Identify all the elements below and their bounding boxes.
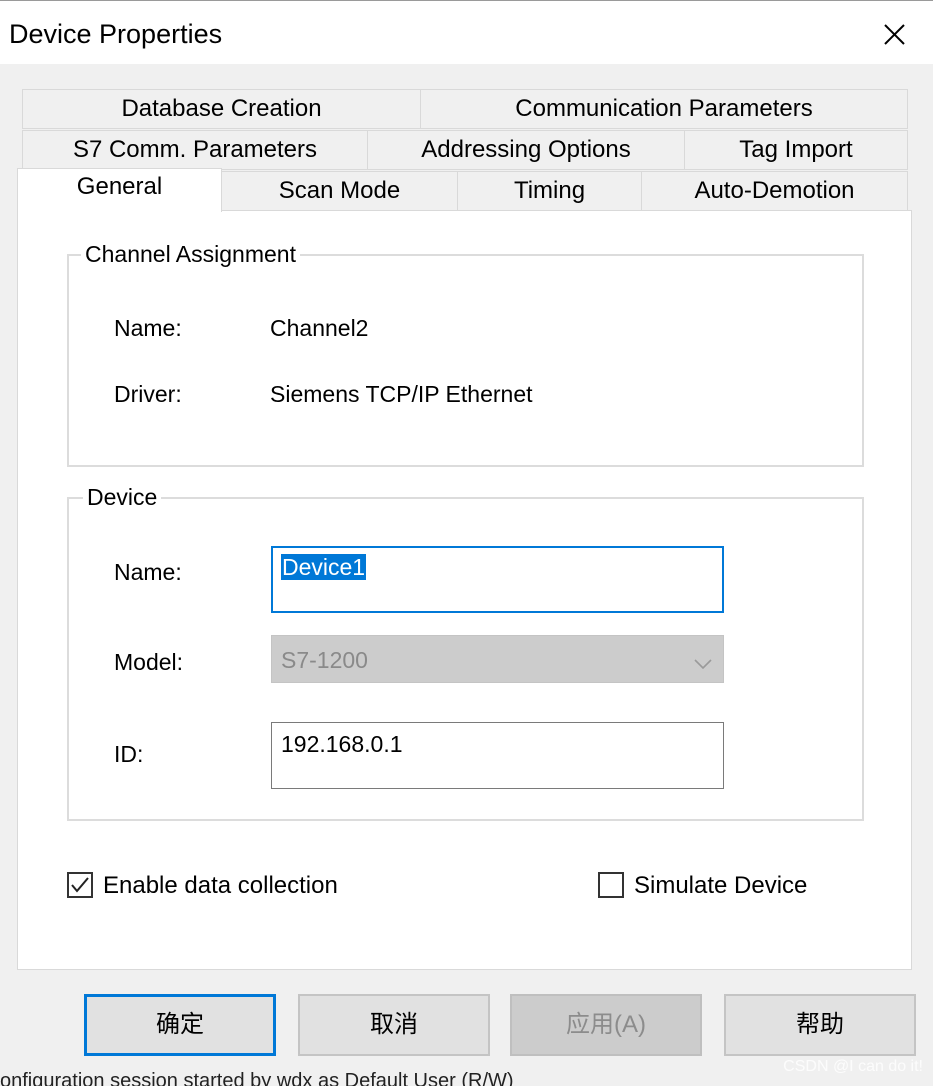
tab-label: Database Creation: [121, 95, 322, 122]
channel-assignment-legend: Channel Assignment: [81, 241, 300, 268]
general-tab-panel: Channel Assignment Name: Channel2 Driver…: [17, 210, 912, 970]
model-combobox[interactable]: S7-1200: [271, 635, 724, 683]
tab-label: General: [76, 173, 163, 200]
tab-label: Timing: [513, 177, 586, 204]
device-legend: Device: [83, 484, 162, 511]
tab-general[interactable]: General: [17, 168, 222, 212]
help-button[interactable]: 帮助: [724, 994, 916, 1056]
tab-label: S7 Comm. Parameters: [72, 136, 318, 163]
tab-tag-import[interactable]: Tag Import: [684, 130, 908, 170]
channel-name-value: Channel2: [270, 315, 369, 341]
model-label: Model:: [114, 649, 184, 675]
window-title: Device Properties: [9, 19, 223, 49]
channel-name-label: Name:: [114, 315, 182, 341]
device-id-value: 192.168.0.1: [281, 731, 403, 757]
cancel-button[interactable]: 取消: [298, 994, 490, 1056]
chevron-down-icon: [693, 650, 713, 677]
driver-label: Driver:: [114, 381, 182, 407]
device-id-field[interactable]: 192.168.0.1: [271, 722, 724, 789]
id-label: ID:: [114, 741, 144, 767]
tab-s7-comm-parameters[interactable]: S7 Comm. Parameters: [22, 130, 368, 170]
device-name-field[interactable]: Device1: [271, 546, 724, 613]
enable-data-collection-checkbox[interactable]: [67, 872, 93, 898]
title-bar: Device Properties: [0, 0, 933, 64]
tab-label: Tag Import: [739, 136, 853, 163]
tab-scan-mode[interactable]: Scan Mode: [221, 171, 458, 211]
tab-label: Scan Mode: [278, 177, 401, 204]
tab-label: Communication Parameters: [515, 95, 813, 122]
background-status-text: onfiguration session started by wdx as D…: [0, 1070, 514, 1086]
driver-value: Siemens TCP/IP Ethernet: [270, 381, 533, 407]
tab-addressing-options[interactable]: Addressing Options: [367, 130, 685, 170]
tab-auto-demotion[interactable]: Auto-Demotion: [641, 171, 908, 211]
apply-button[interactable]: 应用(A): [510, 994, 702, 1056]
tab-database-creation[interactable]: Database Creation: [22, 89, 421, 129]
tab-communication-parameters[interactable]: Communication Parameters: [420, 89, 908, 129]
channel-assignment-group: [67, 254, 864, 467]
close-icon[interactable]: [870, 15, 918, 55]
model-value: S7-1200: [281, 647, 368, 673]
simulate-device-checkbox[interactable]: [598, 872, 624, 898]
simulate-device-label[interactable]: Simulate Device: [634, 872, 807, 900]
tab-timing[interactable]: Timing: [457, 171, 642, 211]
watermark: CSDN @I can do it!: [783, 1058, 923, 1075]
device-name-selected-text: Device1: [281, 554, 367, 580]
tab-label: Auto-Demotion: [694, 177, 855, 204]
device-name-label: Name:: [114, 559, 182, 585]
tab-label: Addressing Options: [421, 136, 631, 163]
checkmark-icon: [71, 877, 89, 893]
enable-data-collection-label[interactable]: Enable data collection: [103, 872, 338, 900]
ok-button[interactable]: 确定: [84, 994, 276, 1056]
